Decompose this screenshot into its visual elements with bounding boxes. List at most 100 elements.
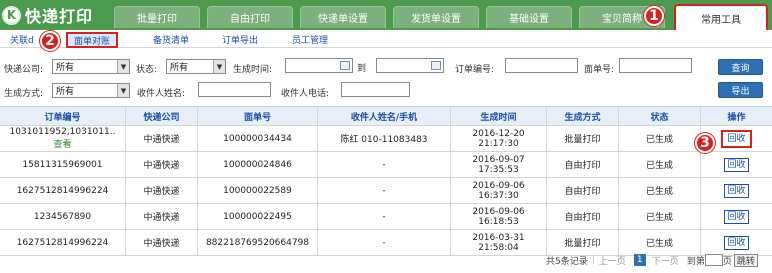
subtab-order-export[interactable]: 订单导出 (222, 33, 258, 46)
gen-method-select[interactable]: 所有 ▼ (52, 83, 130, 98)
company-cell: 中通快递 (126, 178, 198, 203)
recipient-cell: - (318, 204, 451, 229)
calendar-icon[interactable] (340, 61, 350, 70)
subtab-stock-list[interactable]: 备货清单 (153, 33, 189, 46)
status-select[interactable]: 所有 ▼ (166, 59, 226, 74)
company-cell: 中通快递 (126, 204, 198, 229)
goto-suffix: 页 (722, 256, 732, 267)
status-value: 所有 (170, 63, 189, 73)
recipient-phone-input[interactable] (341, 82, 410, 97)
recycle-button[interactable]: 回收 (721, 129, 752, 148)
waybill-cell: 100000034434 (198, 126, 318, 151)
table-header: 订单编号 快递公司 面单号 收件人姓名/手机 生成时间 生成方式 状态 操作 (0, 106, 772, 126)
col-order-no: 订单编号 (0, 107, 126, 125)
recipient-cell: - (318, 230, 451, 255)
action-cell: 回收 (701, 204, 772, 229)
waybill-cell: 100000022589 (198, 178, 318, 203)
query-button[interactable]: 查询 (718, 59, 763, 75)
to-label: 到 (357, 64, 367, 74)
waybill-no-label: 面单号: (584, 65, 615, 75)
gen-method-cell: 自由打印 (547, 152, 619, 177)
gen-method-label: 生成方式: (4, 89, 44, 99)
gen-method-cell: 批量打印 (547, 126, 619, 151)
tab-waybill-settings[interactable]: 快递单设置 (300, 6, 386, 28)
status-cell: 已生成 (619, 178, 701, 203)
chevron-down-icon: ▼ (117, 84, 129, 97)
gen-method-cell: 批量打印 (547, 230, 619, 255)
subtab-waybill-reconcile[interactable]: 面单对账 (66, 32, 119, 48)
status-cell: 已生成 (619, 204, 701, 229)
pagination: 共5条记录 | 上一页 1 下一页 到第 页 跳转 (546, 253, 758, 267)
waybill-cell: 882218769520664798 (198, 230, 318, 255)
logo-k-icon: K (2, 5, 21, 25)
view-link[interactable]: 查看 (53, 137, 71, 150)
gen-time-end-input[interactable] (376, 58, 444, 73)
company-cell: 中通快递 (126, 126, 198, 151)
action-cell: 回收 (701, 230, 772, 255)
recycle-button[interactable]: 回收 (724, 183, 749, 198)
action-cell: 回收 (701, 178, 772, 203)
next-page-link[interactable]: 下一页 (652, 254, 679, 267)
tab-invoice-settings[interactable]: 发货单设置 (393, 6, 479, 28)
chevron-down-icon: ▼ (117, 60, 129, 73)
order-no-cell: 15811315969001 (0, 152, 126, 177)
recycle-button[interactable]: 回收 (724, 209, 749, 224)
table-row: 1627512814996224 中通快递 100000022589 - 201… (0, 178, 772, 204)
recipient-name-input[interactable] (198, 82, 271, 97)
current-page[interactable]: 1 (633, 254, 646, 266)
action-cell: 回收 (701, 152, 772, 177)
export-button[interactable]: 导出 (718, 82, 763, 98)
gen-time-label: 生成时间: (233, 65, 273, 75)
gen-method-value: 所有 (56, 87, 75, 97)
col-waybill: 面单号 (198, 107, 318, 125)
gen-time-cell: 2016-03-31 21:58:04 (451, 230, 547, 255)
waybill-cell: 100000022495 (198, 204, 318, 229)
company-cell: 中通快递 (126, 152, 198, 177)
express-company-select[interactable]: 所有 ▼ (52, 59, 130, 74)
status-cell: 已生成 (619, 230, 701, 255)
recipient-cell: - (318, 152, 451, 177)
waybill-no-input[interactable] (619, 58, 692, 73)
sub-nav: 关联d 面单对账 备货清单 订单导出 员工管理 (0, 30, 772, 48)
gen-method-cell: 自由打印 (547, 178, 619, 203)
order-no-cell: 1627512814996224 (0, 178, 126, 203)
recycle-button[interactable]: 回收 (724, 235, 749, 250)
order-no-cell: 1031011952,1031011.. 查看 (0, 126, 126, 151)
goto-page-input[interactable] (704, 254, 723, 266)
order-no-input[interactable] (505, 58, 578, 73)
order-no-label: 订单编号: (455, 65, 495, 75)
express-company-value: 所有 (56, 63, 75, 73)
step-badge-2: 2 (40, 31, 60, 51)
subtab-staff-management[interactable]: 员工管理 (292, 33, 328, 46)
gen-time-cell: 2016-09-06 16:37:30 (451, 178, 547, 203)
recipient-cell: 陈红 010-11083483 (318, 126, 451, 151)
subtab-link[interactable]: 关联d (10, 33, 34, 46)
waybill-cell: 100000024846 (198, 152, 318, 177)
status-cell: 已生成 (619, 152, 701, 177)
tab-common-tools[interactable]: 常用工具 (674, 4, 768, 30)
tab-basic-settings[interactable]: 基础设置 (486, 6, 572, 28)
chevron-down-icon: ▼ (213, 60, 225, 73)
prev-page-link[interactable]: 上一页 (599, 254, 626, 267)
gen-time-cell: 2016-12-20 21:17:30 (451, 126, 547, 151)
col-action: 操作 (727, 112, 746, 123)
recipient-name-label: 收件人姓名: (137, 89, 186, 99)
app-logo: K 快递打印 (2, 3, 93, 27)
tab-batch-print[interactable]: 批量打印 (114, 6, 200, 28)
recipient-phone-label: 收件人电话: (281, 89, 330, 99)
express-company-label: 快递公司: (4, 65, 44, 75)
pager-divider: | (591, 255, 595, 265)
col-gen-method: 生成方式 (547, 107, 619, 125)
recycle-button[interactable]: 回收 (724, 157, 749, 172)
calendar-icon[interactable] (431, 61, 441, 70)
tab-free-print[interactable]: 自由打印 (207, 6, 293, 28)
table-row: 1031011952,1031011.. 查看 中通快递 10000003443… (0, 126, 772, 152)
app-title: 快递打印 (25, 7, 94, 26)
gen-time-start-input[interactable] (285, 58, 353, 73)
step-badge-1: 1 (644, 6, 664, 26)
table-row: 15811315969001 中通快递 100000024846 - 2016-… (0, 152, 772, 178)
goto-prefix: 到第 (686, 256, 705, 267)
company-cell: 中通快递 (126, 230, 198, 255)
col-recipient: 收件人姓名/手机 (318, 107, 451, 125)
jump-button[interactable]: 跳转 (733, 253, 758, 267)
